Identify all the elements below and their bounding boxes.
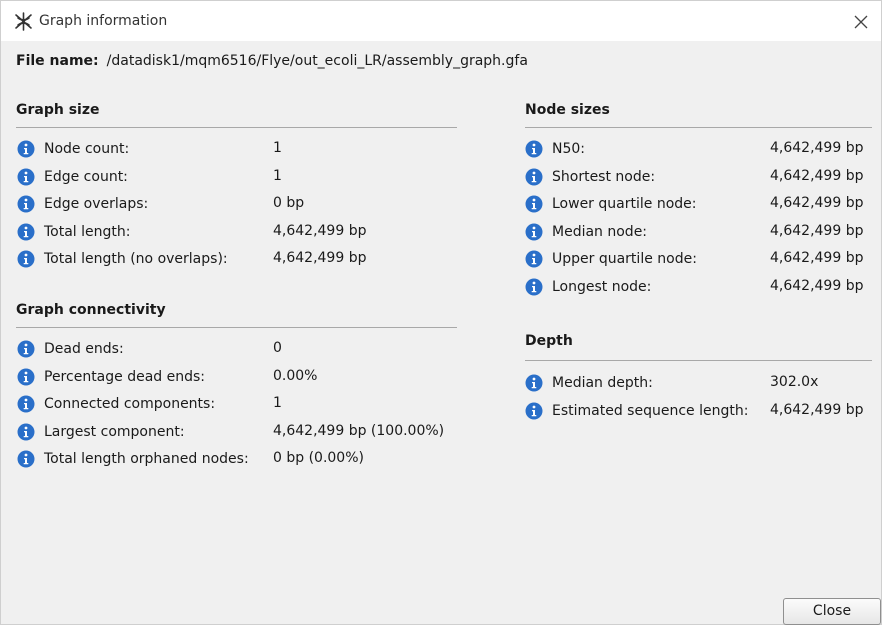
graph-size-value: 0 bp — [273, 195, 305, 211]
graph-size-label: Total length: — [44, 223, 131, 240]
info-icon[interactable] — [17, 368, 35, 386]
graph-connectivity-value: 0 — [273, 340, 282, 356]
info-icon[interactable] — [17, 450, 35, 468]
depth-divider — [525, 360, 872, 361]
graph-connectivity-divider — [16, 327, 457, 328]
graph-size-label: Edge count: — [44, 168, 128, 185]
node-sizes-row-upper-quartile-node: Upper quartile node: 4,642,499 bp — [525, 250, 882, 270]
node-sizes-row-median-node: Median node: 4,642,499 bp — [525, 223, 882, 243]
node-sizes-row-shortest-node: Shortest node: 4,642,499 bp — [525, 168, 882, 188]
depth-value: 4,642,499 bp — [770, 401, 864, 418]
depth-heading: Depth — [525, 333, 573, 349]
file-name-value: /datadisk1/mqm6516/Flye/out_ecoli_LR/ass… — [106, 53, 528, 69]
node-sizes-value: 4,642,499 bp — [770, 222, 864, 239]
node-sizes-value: 4,642,499 bp — [770, 140, 864, 156]
close-button[interactable]: Close — [783, 598, 881, 625]
node-sizes-label: Longest node: — [552, 278, 652, 295]
node-sizes-label: N50: — [552, 141, 586, 157]
window-title: Graph information — [39, 13, 168, 29]
info-icon[interactable] — [17, 140, 35, 158]
graph-size-row-edge-overlaps: Edge overlaps: 0 bp — [17, 195, 377, 215]
graph-size-label: Edge overlaps: — [44, 196, 149, 212]
graph-connectivity-label: Largest component: — [44, 423, 185, 440]
graph-size-heading: Graph size — [16, 102, 100, 118]
graph-connectivity-value: 4,642,499 bp (100.00%) — [273, 422, 445, 439]
graph-size-row-node-count: Node count: 1 — [17, 140, 377, 160]
node-sizes-row-lower-quartile-node: Lower quartile node: 4,642,499 bp — [525, 195, 882, 215]
depth-value: 302.0x — [770, 374, 819, 390]
graph-connectivity-value: 1 — [273, 395, 282, 411]
node-sizes-label: Upper quartile node: — [552, 251, 697, 267]
graph-connectivity-label: Dead ends: — [44, 341, 124, 357]
node-sizes-label: Shortest node: — [552, 168, 656, 185]
graph-connectivity-row-total-length-orphaned-nodes: Total length orphaned nodes: 0 bp (0.00%) — [17, 450, 377, 470]
graph-connectivity-label: Connected components: — [44, 396, 216, 412]
info-icon[interactable] — [525, 374, 543, 392]
graph-connectivity-row-largest-component: Largest component: 4,642,499 bp (100.00%) — [17, 423, 444, 443]
close-icon[interactable] — [851, 12, 871, 32]
info-icon[interactable] — [17, 395, 35, 413]
graph-size-label: Node count: — [44, 141, 130, 157]
graph-size-row-total-length: Total length: 4,642,499 bp — [17, 223, 377, 243]
bandage-app-icon — [15, 12, 32, 31]
info-icon[interactable] — [17, 423, 35, 441]
node-sizes-row-n50: N50: 4,642,499 bp — [525, 140, 882, 160]
node-sizes-label: Lower quartile node: — [552, 196, 697, 212]
graph-size-row-total-length-no-overlaps: Total length (no overlaps): 4,642,499 bp — [17, 250, 377, 270]
node-sizes-heading: Node sizes — [525, 102, 610, 118]
info-icon[interactable] — [525, 195, 543, 213]
graph-connectivity-label: Percentage dead ends: — [44, 368, 206, 385]
info-icon[interactable] — [525, 140, 543, 158]
info-icon[interactable] — [525, 168, 543, 186]
info-icon[interactable] — [17, 168, 35, 186]
graph-connectivity-value: 0.00% — [273, 367, 318, 384]
graph-connectivity-row-connected-components: Connected components: 1 — [17, 395, 377, 415]
graph-size-row-edge-count: Edge count: 1 — [17, 168, 377, 188]
depth-row-estimated-sequence-length: Estimated sequence length: 4,642,499 bp — [525, 402, 882, 422]
node-sizes-row-longest-node: Longest node: 4,642,499 bp — [525, 278, 882, 298]
node-sizes-divider — [525, 127, 872, 128]
info-icon[interactable] — [17, 195, 35, 213]
info-icon[interactable] — [525, 223, 543, 241]
graph-size-divider — [16, 127, 457, 128]
title-bar[interactable]: Graph information — [1, 1, 881, 41]
info-icon[interactable] — [17, 250, 35, 268]
depth-label: Median depth: — [552, 375, 653, 391]
graph-size-value: 4,642,499 bp — [273, 250, 367, 266]
file-name-label: File name: — [16, 53, 99, 69]
graph-connectivity-label: Total length orphaned nodes: — [44, 451, 249, 467]
graph-connectivity-row-percentage-dead-ends: Percentage dead ends: 0.00% — [17, 368, 377, 388]
graph-connectivity-value: 0 bp (0.00%) — [273, 450, 364, 466]
info-icon[interactable] — [525, 250, 543, 268]
graph-connectivity-row-dead-ends: Dead ends: 0 — [17, 340, 377, 360]
info-icon[interactable] — [525, 278, 543, 296]
graph-connectivity-heading: Graph connectivity — [16, 302, 166, 318]
node-sizes-label: Median node: — [552, 223, 648, 240]
graph-size-value: 4,642,499 bp — [273, 222, 367, 239]
depth-row-median-depth: Median depth: 302.0x — [525, 374, 882, 394]
graph-size-value: 1 — [273, 140, 282, 156]
graph-size-value: 1 — [273, 167, 282, 184]
depth-label: Estimated sequence length: — [552, 402, 749, 419]
node-sizes-value: 4,642,499 bp — [770, 167, 864, 184]
graph-size-label: Total length (no overlaps): — [44, 251, 228, 267]
node-sizes-value: 4,642,499 bp — [770, 195, 864, 211]
node-sizes-value: 4,642,499 bp — [770, 250, 864, 266]
info-icon[interactable] — [525, 402, 543, 420]
file-name-row: File name: /datadisk1/mqm6516/Flye/out_ec… — [16, 53, 528, 69]
info-icon[interactable] — [17, 340, 35, 358]
graph-information-dialog: Graph information File name: /datadisk1/m… — [0, 0, 882, 625]
node-sizes-value: 4,642,499 bp — [770, 277, 864, 294]
info-icon[interactable] — [17, 223, 35, 241]
